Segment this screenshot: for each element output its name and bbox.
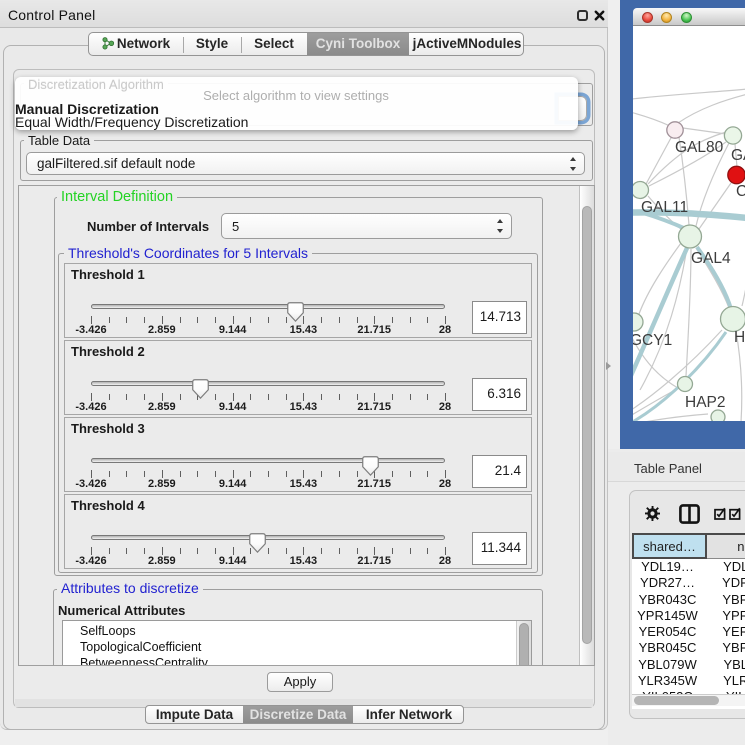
svg-text:GA: GA — [731, 147, 745, 164]
svg-text:H: H — [734, 329, 745, 346]
svg-text:C: C — [736, 183, 745, 200]
svg-text:GAL4: GAL4 — [691, 250, 731, 267]
svg-text:GCY1: GCY1 — [633, 332, 672, 349]
svg-text:HAP2: HAP2 — [685, 394, 726, 411]
svg-text:GAL80: GAL80 — [675, 139, 724, 156]
svg-text:GAL11: GAL11 — [641, 199, 688, 216]
